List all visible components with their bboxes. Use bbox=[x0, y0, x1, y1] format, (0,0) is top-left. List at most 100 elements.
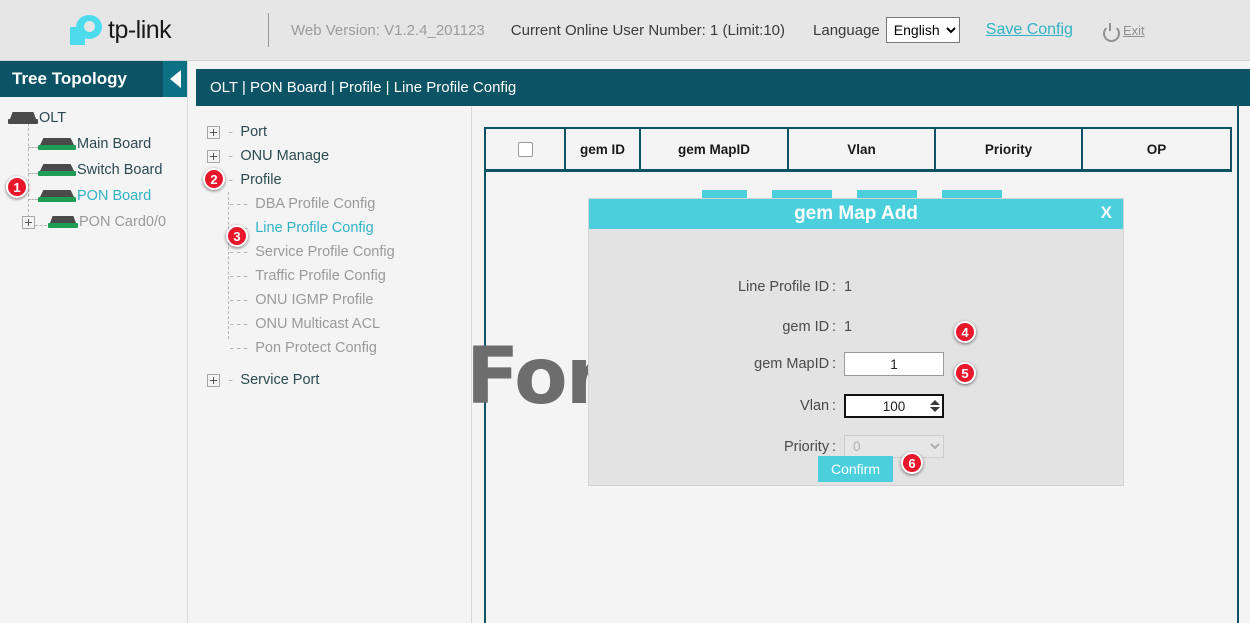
close-icon[interactable]: X bbox=[1101, 203, 1112, 223]
card-icon bbox=[48, 215, 78, 229]
gem-mapid-input[interactable] bbox=[844, 352, 944, 376]
tree-node-main-board[interactable]: Main Board bbox=[0, 131, 187, 157]
menu-item-label[interactable]: Line Profile Config bbox=[255, 220, 374, 236]
tree-node-label[interactable]: PON Board bbox=[77, 188, 151, 204]
board-icon bbox=[38, 163, 76, 177]
board-icon bbox=[38, 189, 76, 203]
menu-item-profile[interactable]: - Profile bbox=[189, 168, 459, 192]
gem-map-table-header: gem ID gem MapID Vlan Priority OP bbox=[484, 127, 1232, 171]
dialog-title-bar: gem Map Add X bbox=[589, 199, 1123, 229]
table-header-priority: Priority bbox=[936, 129, 1083, 169]
field-label: gem MapID : bbox=[589, 356, 844, 372]
menu-item-label[interactable]: ONU IGMP Profile bbox=[255, 292, 373, 308]
menu-item-onu-manage[interactable]: - ONU Manage bbox=[189, 144, 459, 168]
menu-item-label[interactable]: Traffic Profile Config bbox=[255, 268, 386, 284]
gem-map-add-dialog: gem Map Add X Line Profile ID : 1 gem ID… bbox=[589, 199, 1123, 485]
dialog-body: Line Profile ID : 1 gem ID : 1 gem MapID… bbox=[589, 229, 1123, 485]
collapse-sidebar-button[interactable] bbox=[163, 61, 187, 97]
tree-node-label[interactable]: OLT bbox=[39, 110, 66, 126]
brand-name: tp-link bbox=[108, 16, 171, 45]
menu-item-onu-igmp-profile[interactable]: --- ONU IGMP Profile bbox=[189, 288, 459, 312]
menu-item-traffic-profile-config[interactable]: --- Traffic Profile Config bbox=[189, 264, 459, 288]
table-header-vlan: Vlan bbox=[789, 129, 936, 169]
menu-item-pon-protect-config[interactable]: --- Pon Protect Config bbox=[189, 336, 459, 360]
expand-plus-icon[interactable] bbox=[22, 216, 35, 229]
confirm-button[interactable]: Confirm bbox=[818, 456, 893, 482]
table-header-op: OP bbox=[1083, 129, 1230, 169]
language-label: Language bbox=[813, 22, 880, 39]
step-badge-6: 6 bbox=[901, 452, 923, 474]
top-header: tp-link Web Version: V1.2.4_201123 Curre… bbox=[0, 0, 1250, 61]
online-user-count-label: Current Online User Number: 1 (Limit:10) bbox=[511, 22, 785, 39]
field-label: Vlan : bbox=[589, 398, 844, 414]
tree-topology-header: Tree Topology bbox=[0, 61, 187, 97]
menu-item-onu-multicast-acl[interactable]: --- ONU Multicast ACL bbox=[189, 312, 459, 336]
web-version-label: Web Version: V1.2.4_201123 bbox=[291, 22, 485, 39]
step-badge-3: 3 bbox=[226, 225, 248, 247]
menu-item-label[interactable]: Service Profile Config bbox=[255, 244, 394, 260]
breadcrumb-text: OLT | PON Board | Profile | Line Profile… bbox=[210, 79, 516, 96]
table-header-select-all[interactable] bbox=[486, 129, 566, 169]
field-line-profile-id: Line Profile ID : 1 bbox=[589, 279, 1123, 295]
tree-node-label[interactable]: Switch Board bbox=[77, 162, 162, 178]
expand-plus-icon[interactable] bbox=[207, 150, 220, 163]
field-label: Priority : bbox=[589, 439, 844, 455]
exit-control[interactable]: Exit bbox=[1103, 23, 1145, 38]
table-header-gem-id: gem ID bbox=[566, 129, 641, 169]
tree-topology-panel: Tree Topology OLT Main Board Switch bbox=[0, 61, 188, 623]
menu-item-label[interactable]: Port bbox=[240, 124, 267, 140]
field-label: Line Profile ID : bbox=[589, 279, 844, 295]
spinner-up-icon[interactable] bbox=[930, 400, 940, 405]
step-badge-1: 1 bbox=[6, 176, 28, 198]
field-gem-mapid: gem MapID : bbox=[589, 352, 1123, 376]
board-icon bbox=[38, 137, 76, 151]
field-vlan: Vlan : bbox=[589, 394, 1123, 418]
breadcrumb: OLT | PON Board | Profile | Line Profile… bbox=[196, 69, 1250, 106]
tree-topology-title: Tree Topology bbox=[0, 69, 127, 89]
save-config-link[interactable]: Save Config bbox=[986, 21, 1073, 39]
table-header-gem-mapid: gem MapID bbox=[641, 129, 789, 169]
expand-plus-icon[interactable] bbox=[207, 126, 220, 139]
brand-logo: tp-link bbox=[0, 15, 268, 45]
language-select[interactable]: English bbox=[886, 17, 960, 43]
vlan-spinner[interactable] bbox=[929, 398, 941, 414]
table-header-underline bbox=[484, 169, 1232, 172]
step-badge-5: 5 bbox=[954, 362, 976, 384]
tree-node-label[interactable]: Main Board bbox=[77, 136, 151, 152]
field-priority: Priority : 0 bbox=[589, 435, 1123, 458]
priority-select[interactable]: 0 bbox=[844, 435, 944, 458]
menu-item-port[interactable]: - Port bbox=[189, 120, 459, 144]
menu-item-label[interactable]: ONU Multicast ACL bbox=[255, 316, 380, 332]
chevron-left-icon bbox=[170, 70, 181, 88]
header-divider bbox=[268, 13, 269, 47]
menu-item-label[interactable]: Pon Protect Config bbox=[255, 340, 377, 356]
tree-node-pon-board[interactable]: PON Board bbox=[0, 183, 187, 209]
tree-node-switch-board[interactable]: Switch Board bbox=[0, 157, 187, 183]
field-gem-id: gem ID : 1 bbox=[589, 319, 1123, 335]
tree-topology-body: OLT Main Board Switch Board PON Board PO… bbox=[0, 97, 187, 235]
select-all-checkbox[interactable] bbox=[518, 142, 533, 157]
step-badge-4: 4 bbox=[954, 321, 976, 343]
dialog-title: gem Map Add bbox=[794, 203, 918, 225]
step-badge-2: 2 bbox=[203, 168, 225, 190]
device-icon bbox=[8, 111, 38, 125]
field-value: 1 bbox=[844, 319, 852, 335]
tp-link-logo-icon bbox=[70, 15, 104, 45]
spinner-down-icon[interactable] bbox=[930, 407, 940, 412]
menu-item-label[interactable]: DBA Profile Config bbox=[255, 196, 375, 212]
menu-item-service-port[interactable]: - Service Port bbox=[189, 368, 459, 392]
tree-node-label[interactable]: PON Card0/0 bbox=[79, 214, 166, 230]
expand-plus-icon[interactable] bbox=[207, 374, 220, 387]
field-label: gem ID : bbox=[589, 319, 844, 335]
menu-item-label[interactable]: Service Port bbox=[240, 372, 319, 388]
table-left-border bbox=[484, 172, 486, 623]
tree-node-pon-card[interactable]: PON Card0/0 bbox=[0, 209, 187, 235]
exit-label[interactable]: Exit bbox=[1123, 23, 1145, 38]
menu-item-label[interactable]: ONU Manage bbox=[240, 148, 329, 164]
menu-item-dba-profile-config[interactable]: --- DBA Profile Config bbox=[189, 192, 459, 216]
menu-item-label[interactable]: Profile bbox=[240, 172, 281, 188]
power-icon bbox=[1103, 23, 1118, 38]
tree-node-olt[interactable]: OLT bbox=[0, 105, 187, 131]
olt-management-page: tp-link Web Version: V1.2.4_201123 Curre… bbox=[0, 0, 1250, 623]
field-value: 1 bbox=[844, 279, 852, 295]
